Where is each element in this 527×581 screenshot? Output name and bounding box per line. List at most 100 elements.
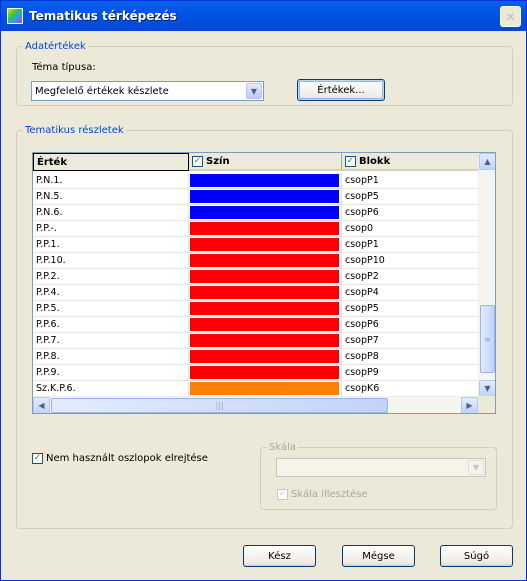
- szin-column-checkbox[interactable]: ✓: [192, 155, 203, 167]
- table-row[interactable]: Sz.K.P.6. csopK6: [33, 381, 479, 397]
- triangle-right-icon[interactable]: ▶: [461, 397, 478, 413]
- blokk-cell[interactable]: csopP1: [342, 173, 479, 189]
- skala-fit-checkbox[interactable]: ✓: [277, 489, 288, 500]
- szin-cell[interactable]: [189, 237, 342, 253]
- blokk-cell[interactable]: csopP4: [342, 285, 479, 301]
- color-swatch[interactable]: [190, 334, 339, 347]
- ertek-cell[interactable]: P.N.6.: [33, 205, 189, 221]
- chevron-down-icon[interactable]: ▼: [246, 83, 262, 99]
- szin-cell[interactable]: [189, 253, 342, 269]
- table-row[interactable]: P.P.8. csopP8: [33, 349, 479, 365]
- table-row-partial: [33, 413, 475, 414]
- blokk-cell[interactable]: csopP5: [342, 189, 479, 205]
- blokk-cell[interactable]: csopP9: [342, 365, 479, 381]
- ertek-cell[interactable]: P.P.2.: [33, 269, 189, 285]
- ertek-cell[interactable]: P.P.-.: [33, 221, 189, 237]
- szin-cell[interactable]: [189, 317, 342, 333]
- skala-combo[interactable]: ▼: [276, 458, 486, 477]
- szin-cell[interactable]: [189, 189, 342, 205]
- horizontal-scrollbar[interactable]: ◀ ||| ▶: [33, 396, 478, 413]
- color-swatch[interactable]: [190, 222, 339, 235]
- blokk-cell[interactable]: csopP2: [342, 269, 479, 285]
- kesz-button[interactable]: Kész: [243, 545, 316, 567]
- color-swatch[interactable]: [190, 286, 339, 299]
- blokk-cell[interactable]: csopP1: [342, 237, 479, 253]
- color-swatch[interactable]: [190, 366, 339, 379]
- ertekek-button[interactable]: Értékek...: [297, 79, 385, 101]
- table-row[interactable]: P.N.6. csopP6: [33, 205, 479, 221]
- szin-cell[interactable]: [189, 365, 342, 381]
- blokk-column-checkbox[interactable]: ✓: [345, 155, 356, 167]
- ertek-cell[interactable]: P.P.8.: [33, 349, 189, 365]
- sugo-button[interactable]: Súgó: [440, 545, 513, 567]
- color-swatch[interactable]: [190, 302, 339, 315]
- blokk-cell[interactable]: csopP6: [342, 205, 479, 221]
- szin-cell[interactable]: [189, 301, 342, 317]
- ertek-cell[interactable]: P.N.1.: [33, 173, 189, 189]
- title-bar[interactable]: Tematikus térképezés ✕: [1, 1, 526, 31]
- triangle-left-icon[interactable]: ◀: [33, 397, 50, 413]
- column-header-ertek[interactable]: Érték: [33, 153, 189, 171]
- table-row[interactable]: P.P.5. csopP5: [33, 301, 479, 317]
- skala-fit-option[interactable]: ✓ Skála illesztése: [277, 489, 368, 500]
- megse-button[interactable]: Mégse: [342, 545, 415, 567]
- hide-unused-columns-option[interactable]: ✓ Nem használt oszlopok elrejtése: [32, 453, 208, 464]
- szin-cell[interactable]: [189, 333, 342, 349]
- ertek-cell[interactable]: Sz.K.P.6.: [33, 381, 189, 397]
- color-swatch[interactable]: [190, 318, 339, 331]
- megse-button-label: Mégse: [362, 550, 395, 562]
- table-row[interactable]: P.P.7. csopP7: [33, 333, 479, 349]
- blokk-cell[interactable]: csopP10: [342, 253, 479, 269]
- color-swatch[interactable]: [190, 382, 339, 395]
- ertek-cell[interactable]: P.P.10.: [33, 253, 189, 269]
- table-row[interactable]: P.P.4. csopP4: [33, 285, 479, 301]
- ertek-cell[interactable]: P.P.1.: [33, 237, 189, 253]
- table-row[interactable]: P.P.1. csopP1: [33, 237, 479, 253]
- table-row[interactable]: P.P.6. csopP6: [33, 317, 479, 333]
- chevron-down-icon[interactable]: ▼: [468, 460, 484, 475]
- szin-cell[interactable]: [189, 349, 342, 365]
- ertek-cell[interactable]: P.N.5.: [33, 189, 189, 205]
- hide-unused-checkbox[interactable]: ✓: [32, 453, 43, 464]
- blokk-cell[interactable]: csop0: [342, 221, 479, 237]
- color-swatch[interactable]: [190, 174, 339, 187]
- color-swatch[interactable]: [190, 238, 339, 251]
- table-row[interactable]: P.N.5. csopP5: [33, 189, 479, 205]
- table-row[interactable]: P.P.9. csopP9: [33, 365, 479, 381]
- triangle-down-icon[interactable]: ▼: [479, 380, 495, 397]
- blokk-cell[interactable]: csopP7: [342, 333, 479, 349]
- color-swatch[interactable]: [190, 270, 339, 283]
- ertek-cell[interactable]: P.P.4.: [33, 285, 189, 301]
- blokk-cell[interactable]: csopK6: [342, 381, 479, 397]
- color-swatch[interactable]: [190, 254, 339, 267]
- szin-cell[interactable]: [189, 221, 342, 237]
- blokk-cell[interactable]: csopP8: [342, 349, 479, 365]
- triangle-up-icon[interactable]: ▲: [479, 153, 495, 170]
- blokk-cell[interactable]: csopP5: [342, 301, 479, 317]
- ertek-cell[interactable]: P.P.5.: [33, 301, 189, 317]
- szin-cell[interactable]: [189, 205, 342, 221]
- ertek-cell[interactable]: P.P.7.: [33, 333, 189, 349]
- blokk-cell[interactable]: csopP6: [342, 317, 479, 333]
- szin-cell[interactable]: [189, 285, 342, 301]
- szin-cell[interactable]: [189, 173, 342, 189]
- szin-cell[interactable]: [189, 269, 342, 285]
- ertek-cell[interactable]: P.P.9.: [33, 365, 189, 381]
- skala-legend: Skála: [269, 442, 296, 453]
- table-row[interactable]: P.P.10. csopP10: [33, 253, 479, 269]
- ertek-cell[interactable]: P.P.6.: [33, 317, 189, 333]
- horizontal-scroll-thumb[interactable]: |||: [51, 398, 388, 413]
- vertical-scrollbar[interactable]: ▲ ≡ ▼: [478, 153, 495, 397]
- column-header-blokk[interactable]: ✓ Blokk: [342, 153, 479, 171]
- table-row[interactable]: P.P.-. csop0: [33, 221, 479, 237]
- color-swatch[interactable]: [190, 190, 339, 203]
- color-swatch[interactable]: [190, 206, 339, 219]
- table-row[interactable]: P.P.2. csopP2: [33, 269, 479, 285]
- table-row[interactable]: P.N.1. csopP1: [33, 173, 479, 189]
- close-button[interactable]: ✕: [500, 6, 521, 27]
- color-swatch[interactable]: [190, 350, 339, 363]
- szin-cell[interactable]: [189, 381, 342, 397]
- vertical-scroll-thumb[interactable]: ≡: [480, 305, 495, 373]
- tema-tipusa-combo[interactable]: Megfelelő értékek készlete ▼: [31, 81, 264, 101]
- column-header-szin[interactable]: ✓ Szín: [189, 153, 342, 171]
